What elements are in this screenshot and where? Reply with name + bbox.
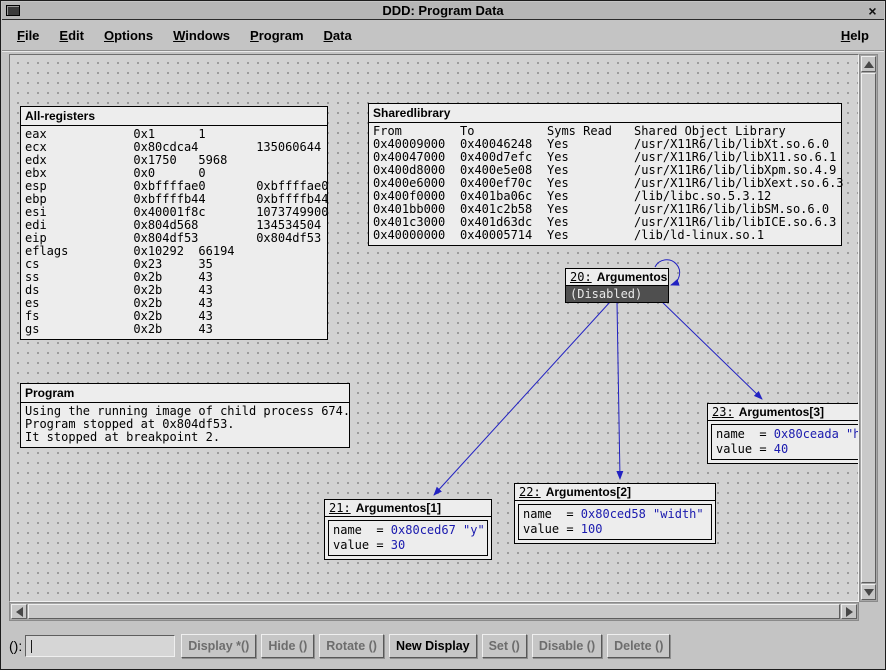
display-deref-button[interactable]: Display *()	[181, 634, 256, 658]
display-22[interactable]: 22: Argumentos[2] name = 0x80ced58 "width…	[514, 483, 716, 544]
cell-lib: /lib/ld-linux.so.1	[634, 229, 764, 242]
window-title: DDD: Program Data	[2, 3, 884, 18]
disable-button[interactable]: Disable ()	[532, 634, 602, 658]
display-number[interactable]: 23:	[712, 405, 734, 419]
set-button[interactable]: Set ()	[482, 634, 527, 658]
cell-syms: Yes	[547, 229, 634, 242]
display-20-status-badge: (Disabled)	[566, 286, 668, 302]
cell-to: 0x40005714	[460, 229, 547, 242]
display-22-title: 22: Argumentos[2]	[515, 484, 715, 501]
display-number[interactable]: 22:	[519, 485, 541, 499]
command-bar: (): Display *() Hide () Rotate () New Di…	[1, 623, 885, 669]
member-name: name = 0x80ced58 "width"	[523, 507, 707, 522]
hide-button[interactable]: Hide ()	[261, 634, 314, 658]
data-display-canvas[interactable]: All-registers eax 0x1 1 ecx 0x80cdca4 13…	[9, 54, 859, 602]
member-value: 30	[391, 538, 405, 552]
member-label: value =	[523, 522, 581, 536]
registers-table: eax 0x1 1 ecx 0x80cdca4 135060644 edx 0x…	[21, 126, 327, 339]
display-23[interactable]: 23: Argumentos[3] name = 0x80ceada "h val…	[707, 403, 859, 464]
menu-edit[interactable]: Edit	[49, 23, 94, 48]
display-name: Argumentos[1]	[356, 501, 441, 515]
member-label: value =	[716, 442, 774, 456]
member-label: name =	[716, 427, 774, 441]
program-display[interactable]: Program Using the running image of child…	[20, 383, 350, 448]
delete-button[interactable]: Delete ()	[607, 634, 670, 658]
member-name: name = 0x80ceada "h	[716, 427, 859, 442]
horizontal-scrollbar[interactable]	[9, 602, 859, 621]
text-caret	[31, 640, 32, 653]
member-label: value =	[333, 538, 391, 552]
sharedlibrary-display[interactable]: Sharedlibrary From To Syms Read Shared O…	[368, 103, 842, 246]
rotate-button[interactable]: Rotate ()	[319, 634, 384, 658]
display-node-20[interactable]: 20: Argumentos (Disabled)	[565, 268, 669, 303]
member-value-row: value = 30	[333, 538, 483, 553]
close-icon[interactable]: ×	[864, 2, 881, 19]
menu-file[interactable]: File	[7, 23, 49, 48]
menu-options[interactable]: Options	[94, 23, 163, 48]
menubar: File Edit Options Windows Program Data H…	[2, 20, 884, 51]
cell-from: 0x40000000	[373, 229, 460, 242]
sharedlibrary-title: Sharedlibrary	[369, 104, 841, 123]
member-value: 100	[581, 522, 603, 536]
titlebar[interactable]: DDD: Program Data ×	[2, 2, 884, 20]
display-21[interactable]: 21: Argumentos[1] name = 0x80ced67 "y" va…	[324, 499, 492, 560]
menu-windows[interactable]: Windows	[163, 23, 240, 48]
display-name: Argumentos[2]	[546, 485, 631, 499]
menu-program[interactable]: Program	[240, 23, 313, 48]
edge-20-to-23	[658, 298, 762, 399]
edge-20-to-21	[434, 302, 610, 495]
scroll-right-button[interactable]	[841, 604, 857, 619]
vertical-scrollbar-thumb[interactable]	[861, 73, 876, 583]
vertical-scrollbar[interactable]	[859, 54, 878, 602]
scroll-right-icon	[846, 607, 853, 617]
registers-display[interactable]: All-registers eax 0x1 1 ecx 0x80cdca4 13…	[20, 106, 328, 340]
member-value: 40	[774, 442, 788, 456]
ddd-program-data-window: DDD: Program Data × File Edit Options Wi…	[0, 0, 886, 670]
scroll-left-icon	[16, 607, 23, 617]
display-21-title: 21: Argumentos[1]	[325, 500, 491, 517]
scroll-down-button[interactable]	[861, 584, 876, 600]
struct-members: name = 0x80ced58 "width" value = 100	[518, 504, 712, 540]
menu-help[interactable]: Help	[831, 23, 879, 48]
table-row: 0x40000000 0x40005714 Yes /lib/ld-linux.…	[373, 229, 837, 242]
member-label: name =	[333, 523, 391, 537]
struct-members: name = 0x80ced67 "y" value = 30	[328, 520, 488, 556]
registers-title: All-registers	[21, 107, 327, 126]
member-value: 0x80ced67 "y"	[391, 523, 485, 537]
scroll-down-icon	[864, 589, 874, 596]
struct-members: name = 0x80ceada "h value = 40	[711, 424, 859, 460]
member-value-row: value = 40	[716, 442, 859, 457]
new-display-button[interactable]: New Display	[389, 634, 477, 658]
scroll-left-button[interactable]	[11, 604, 27, 619]
scroll-up-icon	[864, 61, 874, 68]
display-name: Argumentos	[597, 270, 668, 284]
display-number[interactable]: 21:	[329, 501, 351, 515]
display-name: Argumentos[3]	[739, 405, 824, 419]
horizontal-scrollbar-thumb[interactable]	[28, 604, 840, 619]
member-label: name =	[523, 507, 581, 521]
display-20-title: 20: Argumentos	[566, 269, 668, 286]
member-value-row: value = 100	[523, 522, 707, 537]
program-status-text: Using the running image of child process…	[21, 403, 349, 447]
argument-prompt: ():	[9, 638, 22, 654]
scroll-up-button[interactable]	[861, 56, 876, 72]
program-title: Program	[21, 384, 349, 403]
display-number[interactable]: 20:	[570, 270, 592, 284]
member-name: name = 0x80ced67 "y"	[333, 523, 483, 538]
display-23-title: 23: Argumentos[3]	[708, 404, 859, 421]
argument-input-wrap	[25, 635, 175, 657]
sharedlibrary-table: From To Syms Read Shared Object Library …	[369, 123, 841, 245]
edge-20-to-22	[617, 302, 620, 479]
argument-input[interactable]	[26, 636, 174, 656]
member-value: 0x80ceada "h	[774, 427, 859, 441]
menu-data[interactable]: Data	[314, 23, 362, 48]
member-value: 0x80ced58 "width"	[581, 507, 704, 521]
